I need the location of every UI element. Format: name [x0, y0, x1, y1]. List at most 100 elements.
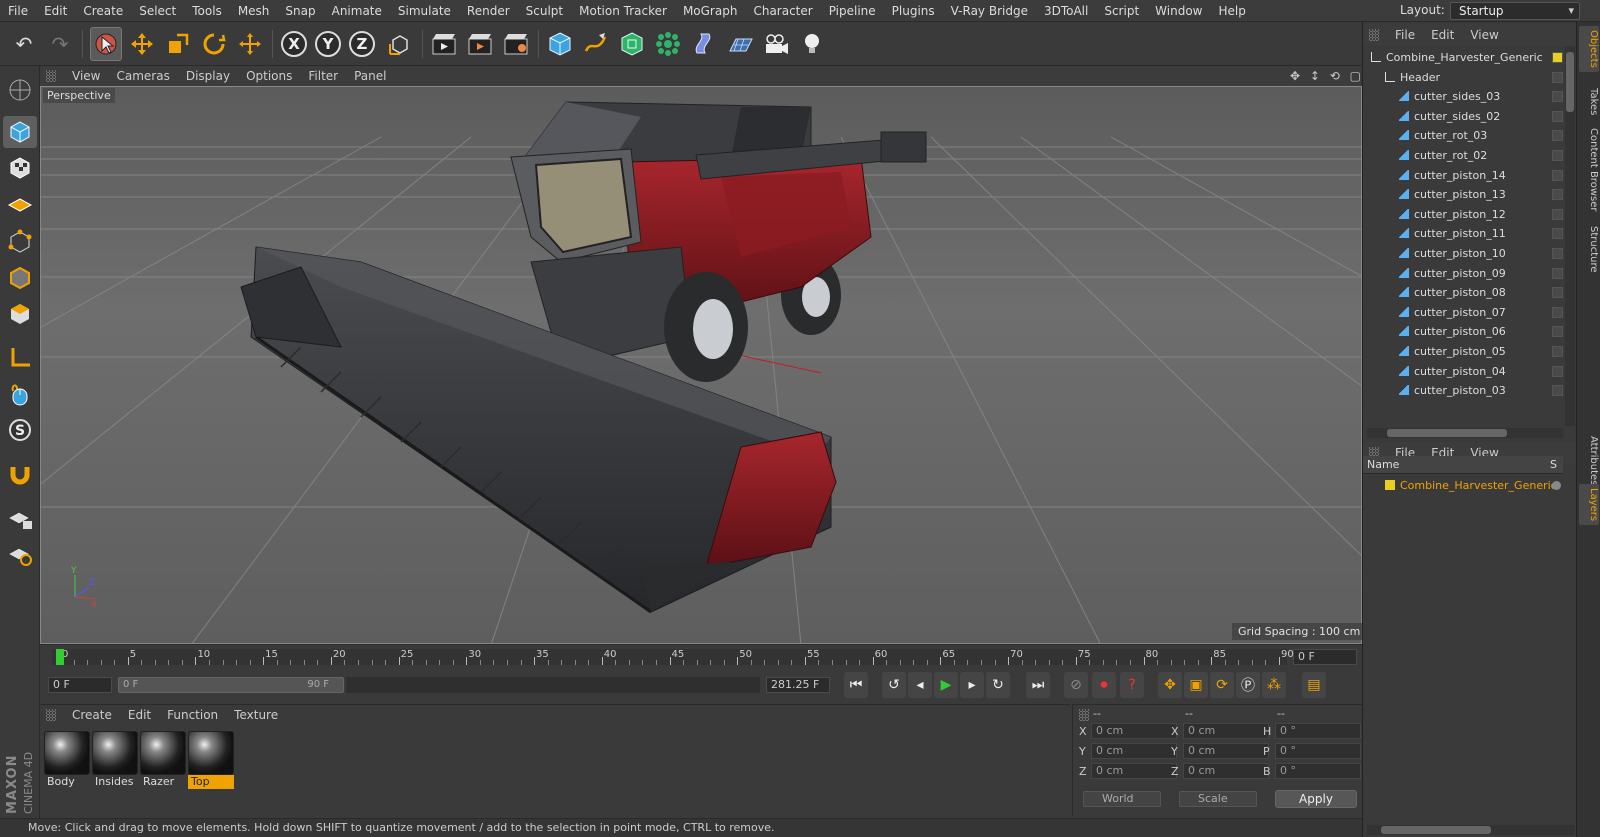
coord-value-field[interactable]: 0 cm [1183, 723, 1269, 739]
camera-icon[interactable] [760, 27, 792, 61]
objects-vertical-scrollbar[interactable] [1565, 46, 1575, 426]
object-visibility-toggle[interactable] [1552, 130, 1563, 142]
edges-mode-icon[interactable] [3, 262, 37, 294]
make-editable-icon[interactable] [3, 74, 37, 106]
object-visibility-toggle[interactable] [1552, 248, 1563, 259]
menu-tools[interactable]: Tools [184, 0, 230, 22]
cube-primitive-icon[interactable] [544, 27, 576, 61]
undo-icon[interactable]: ↶ [8, 27, 40, 61]
coord-value-field[interactable]: 0 cm [1183, 743, 1269, 759]
menu-animate[interactable]: Animate [324, 0, 390, 22]
spline-pen-icon[interactable] [580, 27, 612, 61]
object-tree[interactable]: Combine_Harvester_Generic Header cutter_si… [1363, 48, 1563, 426]
object-visibility-toggle[interactable] [1552, 385, 1563, 397]
menu-mesh[interactable]: Mesh [230, 0, 278, 22]
menu-help[interactable]: Help [1210, 0, 1253, 22]
camera-label[interactable]: Perspective [43, 88, 115, 103]
render-picture-viewer-icon[interactable] [464, 27, 496, 61]
frame-range-slider[interactable]: 0 F 90 F [118, 677, 344, 693]
coord-value-field[interactable]: 0 cm [1091, 723, 1177, 739]
coord-value-field[interactable]: 0 cm [1091, 743, 1177, 759]
object-tree-row[interactable]: cutter_piston_11 [1363, 224, 1563, 244]
object-tree-row[interactable]: cutter_sides_02 [1363, 107, 1563, 127]
object-visibility-toggle[interactable] [1552, 110, 1563, 122]
timeline-window-icon[interactable]: ▤ [1302, 672, 1326, 698]
z-axis-lock-icon[interactable]: Z [346, 27, 378, 61]
material-swatch-top[interactable]: Top [188, 731, 234, 789]
object-tree-row[interactable]: cutter_piston_04 [1363, 362, 1563, 382]
object-visibility-toggle[interactable] [1552, 365, 1563, 377]
object-visibility-toggle[interactable] [1552, 306, 1563, 318]
object-visibility-toggle[interactable] [1552, 169, 1563, 181]
rotate-icon[interactable] [198, 27, 230, 61]
viewport-menu-panel[interactable]: Panel [346, 69, 394, 83]
material-menu-edit[interactable]: Edit [120, 708, 159, 722]
y-axis-lock-icon[interactable]: Y [312, 27, 344, 61]
object-visibility-toggle[interactable] [1552, 267, 1563, 279]
objects-horizontal-scrollbar[interactable] [1367, 428, 1563, 438]
go-to-prev-key-icon[interactable]: ↺ [882, 672, 906, 698]
transform-icon[interactable] [234, 27, 266, 61]
deformer-icon[interactable] [688, 27, 720, 61]
menu-v-ray-bridge[interactable]: V-Ray Bridge [943, 0, 1036, 22]
side-tab-structure[interactable]: Structure [1579, 222, 1599, 277]
object-tree-row[interactable]: cutter_piston_08 [1363, 283, 1563, 303]
light-icon[interactable] [796, 27, 828, 61]
record-keyframe-icon[interactable]: ⏺ [1092, 672, 1116, 698]
object-tree-row[interactable]: cutter_piston_09 [1363, 264, 1563, 284]
object-visibility-toggle[interactable] [1552, 52, 1563, 63]
material-swatch-body[interactable]: Body [44, 731, 90, 789]
side-tab-attributes[interactable]: Attributes [1579, 432, 1599, 489]
end-frame-field[interactable]: 281.25 F [766, 677, 830, 693]
range-track[interactable] [346, 677, 760, 693]
objects-menu-edit[interactable]: Edit [1423, 28, 1462, 42]
model-mode-icon[interactable] [3, 116, 37, 148]
menu-sculpt[interactable]: Sculpt [518, 0, 571, 22]
next-frame-icon[interactable]: ▸ [960, 672, 984, 698]
side-tab-objects[interactable]: Objects [1579, 26, 1599, 72]
cloner-icon[interactable] [652, 27, 684, 61]
object-tree-row[interactable]: cutter_rot_03 [1363, 126, 1563, 146]
object-tree-row[interactable]: cutter_piston_12 [1363, 205, 1563, 225]
snapping-icon[interactable]: S [3, 414, 37, 446]
viewport-menu-options[interactable]: Options [238, 69, 300, 83]
menu-render[interactable]: Render [459, 0, 518, 22]
menu-3dtoall[interactable]: 3DToAll [1036, 0, 1096, 22]
material-swatch-insides[interactable]: Insides [92, 731, 138, 789]
timeline-track[interactable]: 0 5 10 15 20 25 30 35 40 45 50 55 60 65 70 75 80 85 90 [52, 649, 1294, 665]
floor-icon[interactable] [724, 27, 756, 61]
live-selection-icon[interactable] [90, 27, 122, 61]
viewport-menu-view[interactable]: View [64, 69, 108, 83]
coord-value-field[interactable]: 0 ° [1275, 763, 1361, 779]
side-tab-takes[interactable]: Takes [1579, 84, 1599, 119]
key-rotation-icon[interactable]: ⟳ [1210, 672, 1234, 698]
object-tree-row[interactable]: cutter_piston_05 [1363, 342, 1563, 362]
go-to-next-key-icon[interactable]: ↻ [986, 672, 1010, 698]
object-tree-row[interactable]: cutter_piston_14 [1363, 166, 1563, 186]
playhead-marker[interactable] [56, 649, 64, 665]
key-scale-icon[interactable]: ▣ [1184, 672, 1208, 698]
apply-button[interactable]: Apply [1275, 790, 1357, 808]
object-visibility-toggle[interactable] [1552, 326, 1563, 338]
coord-value-field[interactable]: 0 ° [1275, 743, 1361, 759]
menu-character[interactable]: Character [745, 0, 820, 22]
workplane-mode-icon[interactable] [3, 188, 37, 220]
objects-menu-file[interactable]: File [1387, 28, 1423, 42]
object-tree-row[interactable]: cutter_piston_07 [1363, 303, 1563, 323]
viewport-menu-display[interactable]: Display [178, 69, 238, 83]
layer-row[interactable]: Combine_Harvester_Generic [1363, 476, 1563, 496]
tweak-mode-icon[interactable] [3, 378, 37, 410]
material-menu-create[interactable]: Create [64, 708, 120, 722]
autokey-icon[interactable]: ? [1120, 672, 1144, 698]
coordinate-system-icon[interactable] [384, 27, 416, 61]
object-visibility-toggle[interactable] [1552, 208, 1563, 220]
planar-workplane-icon[interactable] [3, 538, 37, 570]
viewport-menu-filter[interactable]: Filter [300, 69, 346, 83]
prev-frame-icon[interactable]: ◂ [908, 672, 932, 698]
polygons-mode-icon[interactable] [3, 298, 37, 330]
object-visibility-toggle[interactable] [1552, 150, 1563, 161]
coord-value-field[interactable]: 0 ° [1275, 723, 1361, 739]
layout-select[interactable]: Startup [1450, 2, 1580, 20]
coord-value-field[interactable]: 0 cm [1091, 763, 1177, 779]
objects-menu-view[interactable]: View [1462, 28, 1506, 42]
